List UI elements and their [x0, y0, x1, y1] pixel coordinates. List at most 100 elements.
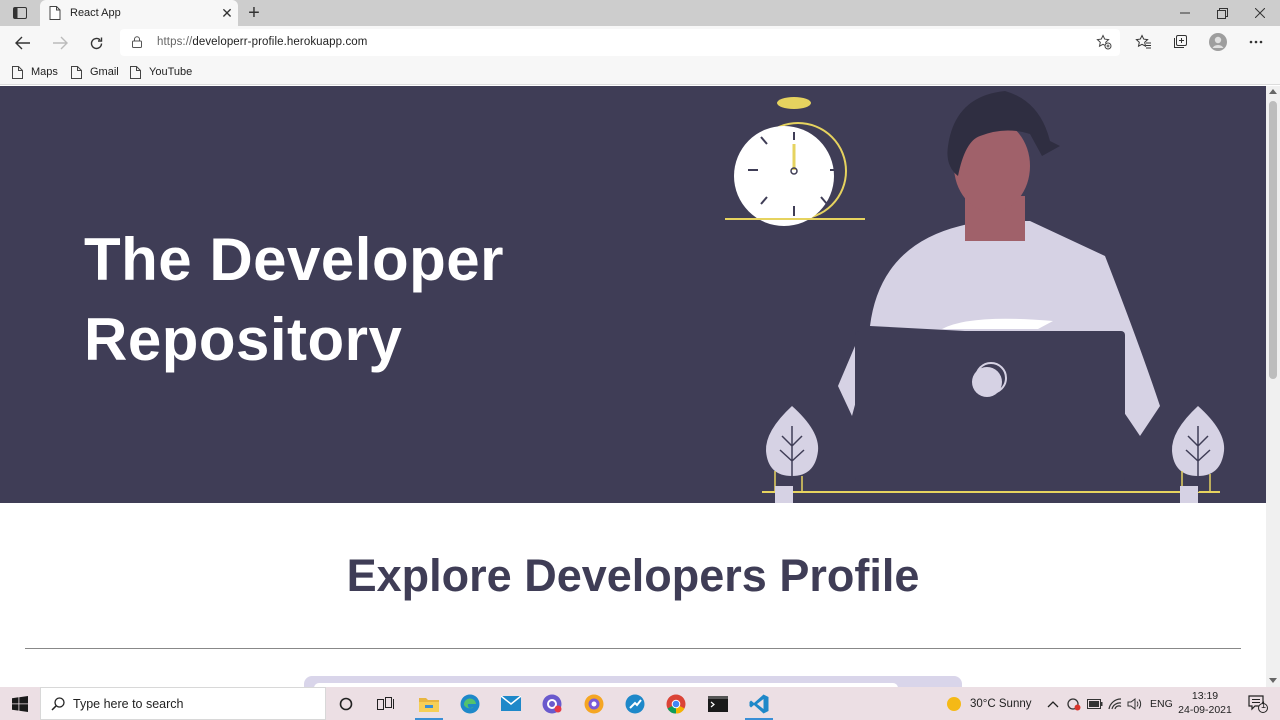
vscode-icon	[749, 694, 769, 713]
page-viewport: The Developer Repository Explore Develop…	[0, 86, 1266, 687]
developer-illustration	[725, 91, 1225, 503]
minimize-icon	[1180, 12, 1190, 14]
folder-icon	[419, 697, 439, 712]
browser-toolbar: https://developerr-profile.herokuapp.com	[0, 26, 1280, 59]
chevron-up-icon	[1047, 700, 1059, 707]
sun-icon	[947, 696, 961, 711]
tab-strip: React App ✕ +	[0, 0, 1280, 26]
app-button-3[interactable]	[615, 687, 655, 720]
bookmark-maps[interactable]: Maps	[12, 64, 58, 80]
clock-date: 24-09-2021	[1178, 704, 1232, 716]
app-icon	[542, 694, 562, 713]
taskbar-clock[interactable]: 13:19 24-09-2021	[1172, 689, 1238, 717]
task-view-button[interactable]	[366, 687, 406, 720]
url-text: https://developerr-profile.herokuapp.com	[157, 36, 368, 48]
profile-button[interactable]	[1204, 29, 1232, 55]
collections-icon	[1174, 35, 1187, 48]
restore-icon	[1216, 7, 1228, 19]
tab-actions-icon	[13, 7, 27, 19]
scroll-down-icon[interactable]	[1269, 678, 1277, 683]
weather-text: 30°C Sunny	[970, 697, 1032, 710]
bookmark-label: Maps	[31, 66, 58, 78]
shield-icon	[1067, 697, 1081, 710]
minimize-button[interactable]	[1166, 0, 1204, 26]
tray-icon-volume[interactable]	[1127, 687, 1143, 720]
tray-icon-battery[interactable]	[1087, 687, 1103, 720]
page-icon	[12, 65, 23, 79]
show-hidden-icons-button[interactable]	[1047, 687, 1059, 720]
restore-button[interactable]	[1203, 0, 1241, 26]
speaker-icon	[1127, 697, 1142, 710]
page-icon	[49, 6, 61, 20]
mail-icon	[501, 696, 521, 711]
favorites-button[interactable]	[1129, 29, 1157, 55]
chrome-icon	[666, 694, 686, 714]
more-dots-icon	[1249, 40, 1263, 44]
windows-logo-icon	[12, 695, 28, 712]
browser-tab-active[interactable]: React App ✕	[40, 0, 238, 26]
add-favorite-icon[interactable]	[1096, 34, 1112, 50]
hero-title: The Developer Repository	[84, 226, 504, 373]
task-view-icon	[377, 696, 394, 710]
settings-more-button[interactable]	[1242, 29, 1270, 55]
close-tab-icon[interactable]: ✕	[216, 2, 238, 24]
tab-actions-button[interactable]	[6, 4, 34, 22]
chrome-button[interactable]	[656, 687, 696, 720]
close-window-button[interactable]	[1241, 0, 1279, 26]
notification-count: 1	[1261, 700, 1267, 710]
cortana-button[interactable]	[326, 687, 366, 720]
bookmark-gmail[interactable]: Gmail	[71, 64, 119, 80]
laptop-icon	[855, 318, 1125, 481]
terminal-button[interactable]	[698, 687, 738, 720]
scrollbar-thumb[interactable]	[1269, 101, 1277, 379]
weather-widget[interactable]: 30°C Sunny	[946, 687, 1032, 720]
search-icon	[51, 696, 65, 711]
tray-icon-security[interactable]	[1067, 687, 1081, 720]
taskbar-search-box[interactable]: Type here to search	[40, 687, 326, 720]
bookmark-label: Gmail	[90, 66, 119, 78]
language-indicator[interactable]: ENG	[1150, 687, 1173, 720]
plant-right-icon	[1171, 406, 1225, 503]
tray-icon-wifi[interactable]	[1108, 687, 1122, 720]
clock-icon	[725, 97, 865, 226]
wifi-icon	[1108, 697, 1122, 709]
start-button[interactable]	[0, 687, 40, 720]
edge-browser-icon	[460, 694, 480, 713]
back-button[interactable]	[9, 29, 37, 57]
bookmark-youtube[interactable]: YouTube	[130, 64, 192, 80]
cortana-icon	[339, 697, 353, 710]
scroll-up-icon[interactable]	[1269, 89, 1277, 94]
app-button-2[interactable]	[574, 687, 614, 720]
collections-button[interactable]	[1166, 29, 1194, 55]
close-icon	[1255, 8, 1265, 18]
file-explorer-button[interactable]	[409, 687, 449, 720]
hero-banner: The Developer Repository	[0, 86, 1266, 503]
address-bar[interactable]: https://developerr-profile.herokuapp.com	[120, 29, 1120, 56]
terminal-icon	[708, 695, 728, 712]
section-heading: Explore Developers Profile	[346, 550, 920, 601]
new-tab-button[interactable]: +	[244, 3, 264, 23]
tab-title: React App	[70, 7, 121, 19]
app-icon	[625, 694, 645, 713]
bookmarks-bar: Maps Gmail YouTube	[0, 59, 1280, 85]
page-icon	[130, 65, 141, 79]
app-icon	[584, 694, 604, 713]
page-scrollbar[interactable]	[1266, 86, 1280, 687]
refresh-icon	[90, 37, 102, 49]
mail-button[interactable]	[491, 687, 531, 720]
windows-taskbar: Type here to search 30°C Sunny ENG 13:19…	[0, 687, 1280, 720]
app-button-1[interactable]	[532, 687, 572, 720]
plant-left-icon	[765, 406, 819, 503]
search-placeholder: Type here to search	[73, 696, 184, 711]
refresh-button[interactable]	[82, 29, 110, 57]
clock-time: 13:19	[1191, 690, 1219, 702]
back-arrow-icon	[15, 36, 30, 50]
action-center-button[interactable]: 1	[1240, 687, 1276, 720]
section-divider	[25, 648, 1241, 649]
edge-taskbar-button[interactable]	[450, 687, 490, 720]
vscode-button[interactable]	[739, 687, 779, 720]
lock-icon	[132, 36, 142, 48]
page-icon	[71, 65, 82, 79]
forward-button[interactable]	[46, 29, 74, 57]
avatar-icon	[1209, 33, 1227, 51]
